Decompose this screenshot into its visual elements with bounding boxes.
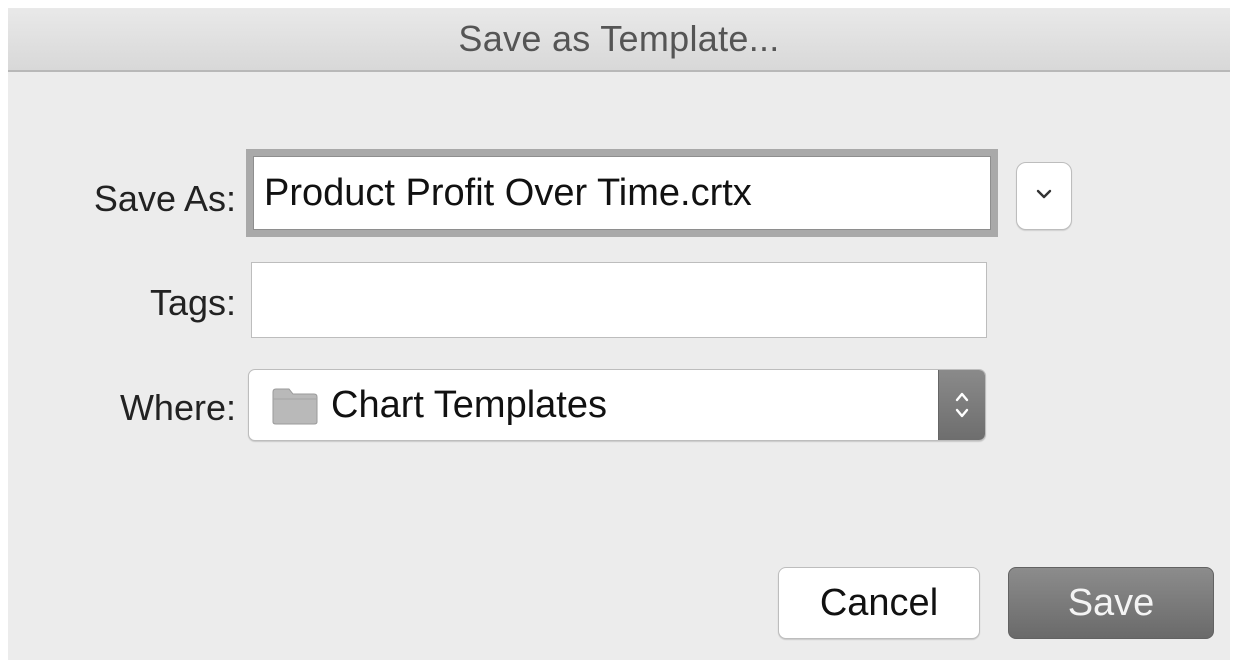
cancel-button[interactable]: Cancel: [778, 567, 980, 639]
where-popup[interactable]: Chart Templates: [248, 369, 986, 441]
tags-field[interactable]: [251, 262, 987, 338]
dialog-title: Save as Template...: [458, 18, 780, 59]
title-bar: Save as Template...: [8, 8, 1230, 72]
up-down-arrows-icon: [938, 370, 985, 440]
save-button-label: Save: [1067, 581, 1155, 624]
where-value: Chart Templates: [331, 383, 607, 426]
save-as-input[interactable]: [254, 157, 990, 229]
tags-label: Tags:: [149, 282, 236, 323]
cancel-button-label: Cancel: [819, 581, 939, 624]
save-as-label: Save As:: [93, 178, 236, 219]
save-as-template-dialog: Save as Template... Save As: Tags: Where…: [8, 8, 1230, 660]
save-as-field[interactable]: [246, 149, 998, 237]
folder-icon: [271, 384, 319, 426]
where-label: Where:: [119, 387, 236, 428]
tags-input[interactable]: [252, 263, 986, 337]
save-button[interactable]: Save: [1008, 567, 1214, 639]
expand-dialog-button[interactable]: [1016, 162, 1072, 230]
chevron-down-icon: [1035, 187, 1053, 205]
